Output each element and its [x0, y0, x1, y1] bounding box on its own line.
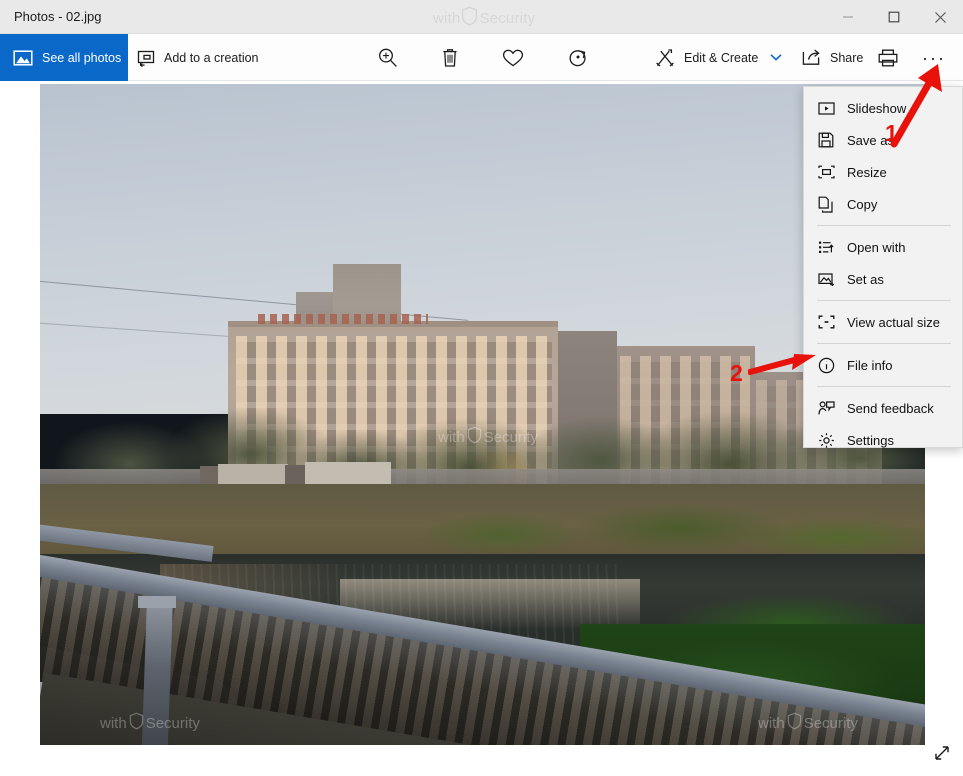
- copy-icon: [817, 196, 835, 213]
- view-actual-size-menu-item[interactable]: View actual size: [804, 306, 962, 338]
- trash-icon: [438, 46, 462, 70]
- menu-separator-3: [817, 343, 951, 344]
- settings-menu-item[interactable]: Settings: [804, 424, 962, 456]
- gear-icon: [817, 432, 835, 449]
- share-icon: [800, 48, 822, 68]
- save-as-label: Save as: [847, 132, 894, 148]
- minimize-button[interactable]: [825, 0, 871, 34]
- open-with-icon: [817, 240, 835, 255]
- close-button[interactable]: [917, 0, 963, 34]
- photos-collection-icon: [13, 48, 33, 68]
- shield-icon: [461, 6, 478, 30]
- slideshow-label: Slideshow: [847, 100, 907, 116]
- open-with-label: Open with: [847, 239, 906, 255]
- slideshow-icon: [817, 101, 835, 116]
- watermark-prefix: with: [433, 9, 461, 27]
- rotate-button[interactable]: [566, 34, 590, 81]
- set-as-menu-item[interactable]: Set as: [804, 263, 962, 295]
- open-with-menu-item[interactable]: Open with: [804, 231, 962, 263]
- set-as-label: Set as: [847, 271, 884, 287]
- edit-create-label: Edit & Create: [684, 50, 759, 65]
- add-to-creation-label: Add to a creation: [164, 50, 259, 65]
- copy-menu-item[interactable]: Copy: [804, 188, 962, 220]
- edit-create-button[interactable]: Edit & Create: [654, 34, 782, 81]
- file-info-menu-item[interactable]: File info: [804, 349, 962, 381]
- copy-label: Copy: [847, 196, 878, 212]
- menu-separator-2: [817, 300, 951, 301]
- zoom-in-icon: [376, 46, 400, 70]
- see-all-photos-button[interactable]: See all photos: [0, 34, 128, 81]
- photo-canvas[interactable]: with Security with Security with Securit…: [40, 84, 925, 745]
- photo-railing-pillar: [141, 603, 173, 745]
- rotate-icon: [566, 46, 590, 70]
- delete-button[interactable]: [438, 34, 462, 81]
- edit-create-icon: [654, 47, 676, 69]
- zoom-button[interactable]: [376, 34, 400, 81]
- toolbar: See all photos Add to a creation Edit & …: [0, 34, 963, 81]
- send-feedback-label: Send feedback: [847, 400, 934, 416]
- title-bar: Photos - 02.jpg with Security: [0, 0, 963, 34]
- resize-icon: [817, 165, 835, 179]
- see-more-flyout-menu: Slideshow Save as Resize Copy Open with …: [803, 86, 963, 448]
- photo-rooftop-sign: [258, 314, 428, 324]
- share-label: Share: [830, 50, 864, 65]
- file-info-label: File info: [847, 357, 893, 373]
- watermark-title-bar: with Security: [433, 6, 535, 30]
- photo-truck-2: [305, 462, 391, 484]
- photo-truck-1: [218, 464, 288, 484]
- set-as-icon: [817, 272, 835, 286]
- watermark-suffix: Security: [479, 9, 536, 27]
- window-title: Photos - 02.jpg: [14, 9, 102, 24]
- see-more-label: ···: [922, 47, 946, 68]
- see-all-photos-label: See all photos: [42, 50, 122, 65]
- resize-menu-item[interactable]: Resize: [804, 156, 962, 188]
- heart-icon: [500, 46, 526, 70]
- photo-railing-pillar-cap: [138, 596, 176, 608]
- info-icon: [817, 357, 835, 374]
- feedback-icon: [817, 400, 835, 416]
- see-more-button[interactable]: ···: [922, 34, 946, 81]
- maximize-button[interactable]: [871, 0, 917, 34]
- chevron-down-icon: [770, 49, 782, 67]
- print-button[interactable]: [876, 34, 900, 81]
- save-as-menu-item[interactable]: Save as: [804, 124, 962, 156]
- slideshow-menu-item[interactable]: Slideshow: [804, 92, 962, 124]
- printer-icon: [876, 47, 900, 69]
- save-icon: [817, 132, 835, 148]
- menu-separator-1: [817, 225, 951, 226]
- photos-app-window: Photos - 02.jpg with Security See all ph…: [0, 0, 963, 776]
- add-to-creation-button[interactable]: Add to a creation: [136, 34, 259, 81]
- favorite-button[interactable]: [500, 34, 526, 81]
- view-actual-size-label: View actual size: [847, 314, 940, 330]
- send-feedback-menu-item[interactable]: Send feedback: [804, 392, 962, 424]
- resize-window-grip[interactable]: [931, 742, 953, 764]
- actual-size-icon: [817, 315, 835, 329]
- settings-label: Settings: [847, 432, 894, 448]
- share-button[interactable]: Share: [800, 34, 863, 81]
- add-to-creation-icon: [136, 48, 156, 68]
- menu-separator-4: [817, 386, 951, 387]
- window-controls: [825, 0, 963, 34]
- resize-label: Resize: [847, 164, 887, 180]
